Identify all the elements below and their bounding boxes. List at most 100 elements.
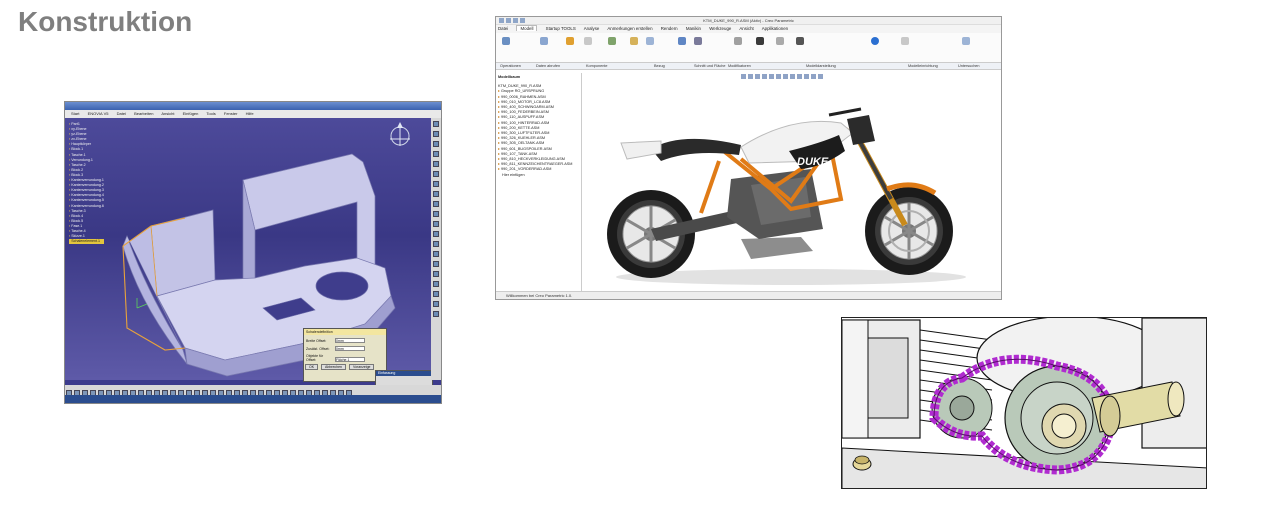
display-icon[interactable]	[756, 37, 764, 45]
hole-icon[interactable]	[694, 37, 702, 45]
tool-icon[interactable]	[433, 181, 439, 187]
catia-titlebar	[65, 102, 441, 110]
creo-titlebar: KTM_DUKE_990_R.ASM (Aktiv) - Creo Parame…	[496, 17, 1001, 25]
save-icon[interactable]	[513, 18, 518, 23]
group-label: Operationen	[500, 64, 521, 68]
tool-icon[interactable]	[433, 291, 439, 297]
tab-manikin[interactable]: Manikin	[686, 26, 701, 31]
cancel-button[interactable]: Abbrechen	[321, 364, 346, 370]
drag-components-icon[interactable]	[608, 37, 616, 45]
undo-icon[interactable]	[520, 18, 525, 23]
tool-icon[interactable]	[433, 141, 439, 147]
tool-icon[interactable]	[433, 151, 439, 157]
view-icon[interactable]	[804, 74, 809, 79]
import-icon[interactable]	[540, 37, 548, 45]
tab-modell[interactable]: Modell	[516, 25, 538, 31]
ok-button[interactable]: OK	[305, 364, 319, 370]
bom-icon[interactable]	[962, 37, 970, 45]
group-label: Schnitt und Fläche	[694, 64, 726, 68]
plane-icon[interactable]	[630, 37, 638, 45]
tab-analyse[interactable]: Analyse	[584, 26, 600, 31]
zoom-icon[interactable]	[748, 74, 753, 79]
sketch-icon[interactable]	[678, 37, 686, 45]
tree-item-insert-here[interactable]: Hier einfügen	[498, 173, 579, 178]
tool-icon[interactable]	[433, 161, 439, 167]
tool-icon[interactable]	[433, 211, 439, 217]
creo-ribbon-tabs: Datei Modell Startup TOOLS Analyse Anmer…	[496, 25, 1001, 33]
globe-icon[interactable]	[871, 37, 879, 45]
tool-icon[interactable]	[433, 121, 439, 127]
tool-icon[interactable]	[433, 281, 439, 287]
tank-decal: DUKE	[797, 156, 829, 168]
catia-3d-viewport: Part1 xy-Ebene yz-Ebene zx-Ebene Hauptkö…	[65, 118, 433, 382]
slide-title: Konstruktion	[18, 6, 193, 37]
creo-graphics-toolbar	[741, 66, 831, 79]
axis-icon[interactable]	[646, 37, 654, 45]
group-label: Modelleinrichtung	[908, 64, 938, 68]
tool-icon[interactable]	[433, 261, 439, 267]
tool-icon[interactable]	[433, 311, 439, 317]
tool-icon[interactable]	[433, 231, 439, 237]
dialog-row: Breite Offset: 0mm	[306, 338, 384, 343]
tool-icon[interactable]	[433, 271, 439, 277]
tool-icon[interactable]	[433, 191, 439, 197]
view-icon[interactable]	[762, 74, 767, 79]
creo-model-tree: Modellbaum KTM_DUKE_990_R.ASM Gruppe RO_…	[496, 73, 582, 291]
tool-icon[interactable]	[433, 241, 439, 247]
family-table-icon[interactable]	[901, 37, 909, 45]
dialog-row-label: Objekte für Offset:	[306, 354, 324, 362]
tool-icon[interactable]	[433, 201, 439, 207]
tab-datei[interactable]: Datei	[498, 26, 508, 31]
tool-icon[interactable]	[433, 251, 439, 257]
view-icon[interactable]	[783, 74, 788, 79]
view-icon[interactable]	[790, 74, 795, 79]
pattern-icon[interactable]	[734, 37, 742, 45]
create-icon[interactable]	[584, 37, 592, 45]
tool-icon[interactable]	[433, 221, 439, 227]
status-message: Willkommen bei Creo Parametric 1.0.	[506, 293, 573, 298]
catia-menu-enovia: ENOVIA V5	[87, 111, 109, 116]
catia-bottom-toolbar	[65, 385, 441, 396]
group-label: Daten abrufen	[536, 64, 561, 68]
view-icon[interactable]	[811, 74, 816, 79]
slide: Konstruktion Start ENOVIA V5 Datei Bearb…	[0, 0, 1280, 520]
zoom-icon[interactable]	[755, 74, 760, 79]
tool-icon[interactable]	[433, 171, 439, 177]
view-icon[interactable]	[776, 74, 781, 79]
preview-button[interactable]: Voranzeige	[348, 364, 375, 370]
view-icon[interactable]	[797, 74, 802, 79]
group-label: Untersuchen	[958, 64, 980, 68]
tree-item-selected[interactable]: Schalenelement.1	[69, 239, 104, 245]
tab-werkzeuge[interactable]: Werkzeuge	[709, 26, 731, 31]
tab-rendern[interactable]: Rendern	[661, 26, 678, 31]
catia-menu-hilfe: Hilfe	[245, 111, 254, 116]
catia-menu-fenster: Fenster	[223, 111, 238, 116]
tab-anmerkungen[interactable]: Anmerkungen erstellen	[607, 26, 652, 31]
compass-icon	[390, 122, 410, 146]
zoom-icon[interactable]	[741, 74, 746, 79]
tool-icon[interactable]	[433, 301, 439, 307]
view-icon[interactable]	[818, 74, 823, 79]
tree-item[interactable]: Kantenverrundung.5	[69, 198, 104, 203]
tab-startup-tools[interactable]: Startup TOOLS	[546, 26, 576, 31]
view-icon[interactable]	[769, 74, 774, 79]
new-icon[interactable]	[499, 18, 504, 23]
style-icon[interactable]	[796, 37, 804, 45]
catia-menu-start: Start	[71, 111, 80, 116]
chain-drive-render	[841, 317, 1207, 489]
dialog-row-input[interactable]: 0mm	[334, 338, 365, 343]
appearance-icon[interactable]	[776, 37, 784, 45]
dialog-buttons: OK Abbrechen Voranzeige	[304, 362, 386, 372]
creo-status-bar: Willkommen bei Creo Parametric 1.0.	[496, 291, 1001, 299]
regenerate-icon[interactable]	[502, 37, 510, 45]
front-wheel	[865, 187, 953, 275]
catia-menu-einfuegen: Einfügen	[182, 111, 199, 116]
dialog-row-input[interactable]: 0mm	[334, 346, 365, 351]
catia-menu-datei: Datei	[116, 111, 126, 116]
tab-applikationen[interactable]: Applikationen	[762, 26, 788, 31]
tool-icon[interactable]	[433, 131, 439, 137]
tree-item[interactable]: Kantenverrundung.6	[69, 204, 104, 209]
assemble-icon[interactable]	[566, 37, 574, 45]
tab-ansicht[interactable]: Ansicht	[739, 26, 753, 31]
open-icon[interactable]	[506, 18, 511, 23]
